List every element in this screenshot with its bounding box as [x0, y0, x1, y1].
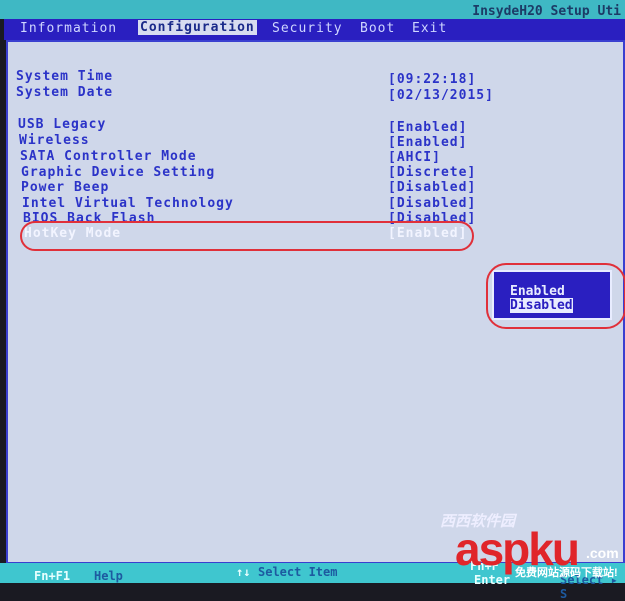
item-intel-vt[interactable]: Intel Virtual Technology: [22, 196, 234, 211]
value-system-time[interactable]: [09:22:18]: [388, 72, 476, 87]
tab-boot[interactable]: Boot: [360, 21, 395, 36]
item-graphic-device[interactable]: Graphic Device Setting: [21, 165, 215, 180]
highlight-ellipse-popup: [486, 263, 625, 329]
value-power-beep[interactable]: [Disabled]: [388, 180, 476, 195]
menu-bar: Information Configuration Security Boot …: [4, 19, 625, 40]
tab-security[interactable]: Security: [272, 21, 343, 36]
highlight-ellipse-hotkey: [20, 221, 474, 251]
value-usb-legacy[interactable]: [Enabled]: [388, 120, 467, 135]
watermark-slogan: 免费网站源码下载站!: [515, 567, 618, 579]
value-sata-mode[interactable]: [AHCI]: [388, 150, 441, 165]
help-label: Help: [94, 569, 123, 583]
item-wireless[interactable]: Wireless: [19, 133, 90, 148]
tab-configuration[interactable]: Configuration: [138, 20, 257, 35]
arrows-icon: ↑↓: [236, 565, 251, 579]
item-system-date[interactable]: System Date: [16, 85, 113, 100]
item-usb-legacy[interactable]: USB Legacy: [18, 117, 106, 132]
vendor-title: InsydeH20 Setup Uti: [472, 4, 621, 19]
value-wireless[interactable]: [Enabled]: [388, 135, 467, 150]
item-sata-mode[interactable]: SATA Controller Mode: [20, 149, 197, 164]
item-system-time[interactable]: System Time: [16, 69, 113, 84]
select-item-label: Select Item: [258, 565, 338, 579]
tab-exit[interactable]: Exit: [412, 21, 447, 36]
value-graphic-device[interactable]: [Discrete]: [388, 165, 476, 180]
title-bar: InsydeH20 Setup Uti: [0, 0, 625, 19]
value-intel-vt[interactable]: [Disabled]: [388, 196, 476, 211]
key-fn-f1: Fn+F1: [34, 569, 71, 583]
item-power-beep[interactable]: Power Beep: [21, 180, 109, 195]
watermark-tld: .com: [586, 545, 619, 561]
tab-information[interactable]: Information: [20, 21, 117, 36]
value-system-date[interactable]: [02/13/2015]: [388, 88, 494, 103]
